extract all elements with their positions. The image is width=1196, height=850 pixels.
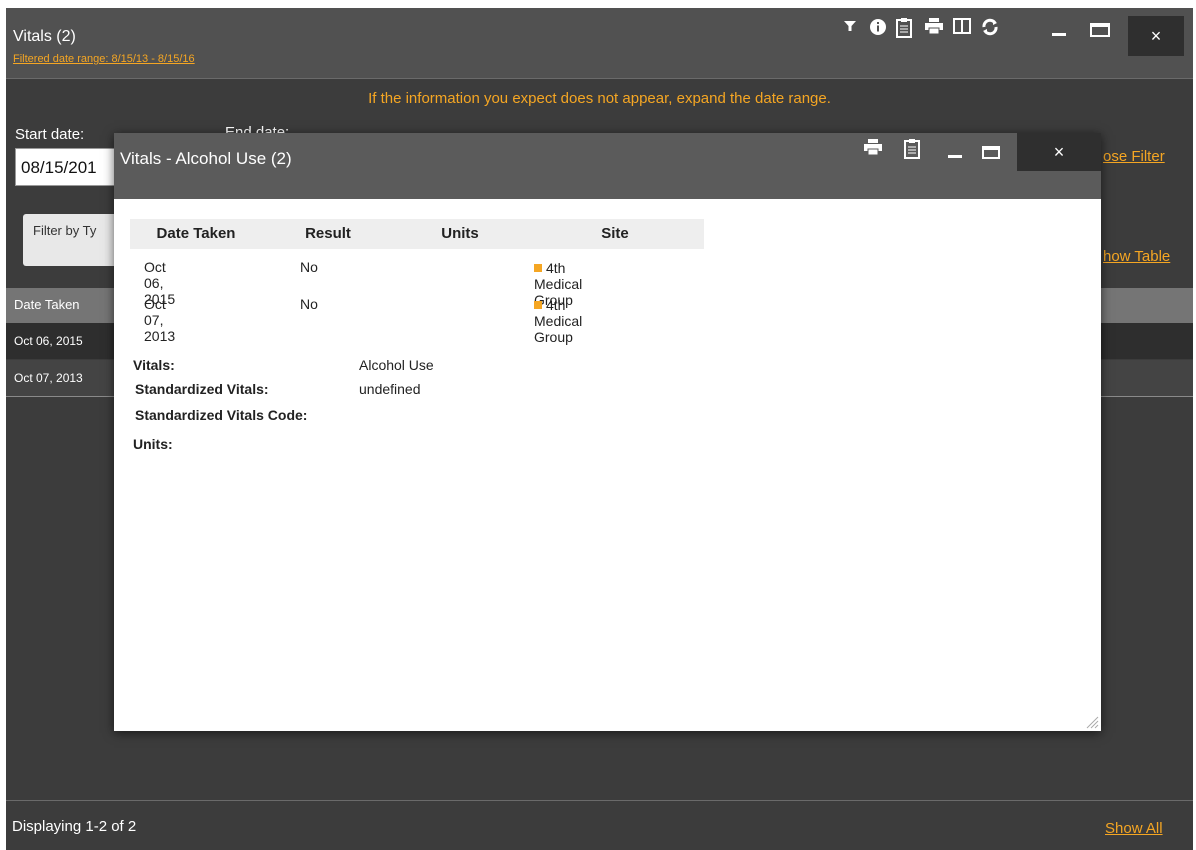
clipboard-icon[interactable] — [901, 139, 923, 161]
panel-titlebar[interactable]: Vitals (2) Filtered date range: 8/15/13 … — [6, 8, 1193, 79]
panel-title: Vitals (2) — [13, 28, 76, 45]
print-icon[interactable] — [924, 18, 944, 38]
column-header-units[interactable]: Units — [394, 219, 526, 249]
columns-icon[interactable] — [952, 18, 972, 38]
panel-close-button[interactable]: × — [1128, 16, 1184, 56]
clipboard-icon[interactable] — [894, 18, 914, 38]
cell-result: No — [300, 259, 318, 275]
displaying-count: Displaying 1-2 of 2 — [12, 818, 137, 835]
row-date: Oct 07, 2013 — [14, 371, 83, 385]
start-date-label: Start date: — [15, 126, 85, 143]
filtered-date-range-link[interactable]: Filtered date range: 8/15/13 - 8/15/16 — [13, 53, 195, 65]
modal-title: Vitals - Alcohol Use (2) — [120, 149, 292, 168]
site-color-icon — [534, 264, 542, 272]
close-icon: × — [1053, 142, 1065, 162]
vitals-value: Alcohol Use — [359, 357, 434, 373]
resize-handle-icon[interactable] — [1085, 715, 1099, 729]
standardized-vitals-value: undefined — [359, 381, 421, 397]
info-icon[interactable] — [868, 18, 888, 38]
alcohol-use-modal: Vitals - Alcohol Use (2) × Date Taken Re… — [114, 133, 1101, 731]
vitals-label: Vitals: — [133, 357, 175, 373]
modal-close-button[interactable]: × — [1017, 133, 1101, 171]
column-header-result[interactable]: Result — [262, 219, 394, 249]
units-label: Units: — [133, 436, 173, 452]
footer-divider — [6, 800, 1193, 801]
row-date: Oct 06, 2015 — [14, 334, 83, 348]
start-date-input[interactable]: 08/15/201 — [15, 148, 125, 186]
minimize-icon[interactable] — [944, 139, 966, 161]
standardized-vitals-code-label: Standardized Vitals Code: — [135, 407, 308, 423]
date-range-notice: If the information you expect does not a… — [368, 90, 831, 107]
standardized-vitals-label: Standardized Vitals: — [135, 381, 269, 397]
filter-icon[interactable] — [840, 18, 860, 38]
column-header-date-taken[interactable]: Date Taken — [130, 219, 262, 249]
modal-titlebar[interactable]: Vitals - Alcohol Use (2) × — [114, 133, 1101, 199]
cell-date: Oct 07, 2013 — [144, 296, 176, 344]
site-color-icon — [534, 301, 542, 309]
column-header-site[interactable]: Site — [526, 219, 704, 249]
refresh-icon[interactable] — [980, 18, 1000, 38]
show-table-link[interactable]: how Table — [1103, 248, 1170, 265]
maximize-icon[interactable] — [1089, 18, 1110, 38]
show-all-link[interactable]: Show All — [1105, 820, 1163, 837]
close-icon: × — [1150, 26, 1162, 46]
maximize-icon[interactable] — [980, 139, 1002, 161]
column-header-date-taken[interactable]: Date Taken — [14, 297, 80, 312]
cell-result: No — [300, 296, 318, 312]
print-icon[interactable] — [862, 139, 884, 161]
choose-filter-link[interactable]: ose Filter — [1103, 148, 1165, 165]
cell-site: 4th Medical Group — [534, 297, 582, 345]
minimize-icon[interactable] — [1049, 18, 1069, 38]
